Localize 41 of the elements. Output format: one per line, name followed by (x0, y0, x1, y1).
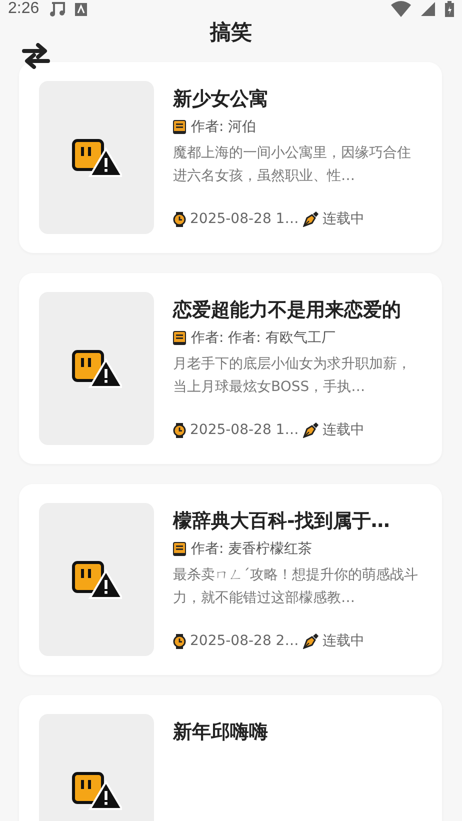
book-card[interactable]: 新年邱嗨嗨 (19, 695, 442, 821)
book-status: 连载中 (322, 632, 365, 650)
book-status: 连载中 (322, 421, 365, 439)
book-description: 魔都上海的一间小公寓里，因缘巧合住进六名女孩，虽然职业、性… (173, 144, 412, 186)
book-card[interactable]: 恋爱超能力不是用来恋爱的 作者: 作者: 有欧气工厂 月老手下的底层小仙女为求升职加薪，当上月球最炫女BOSS，手执… 2025-08-28 1… 连载中 (19, 273, 442, 464)
status-time: 2:26 (8, 0, 40, 18)
book-description: 月老手下的底层小仙女为求升职加薪，当上月球最炫女BOSS，手执… (173, 355, 412, 397)
book-author: 作者: 河伯 (191, 118, 256, 136)
update-time: 2025-08-28 2… (190, 633, 299, 649)
book-author: 作者: 作者: 有欧气工厂 (191, 329, 336, 347)
book-description: 最杀卖ㄇㄥˊ攻略！想提升你的萌感战斗力，就不能错过这部檬感教… (173, 566, 419, 608)
image-error-icon (72, 138, 122, 176)
swap-icon (22, 43, 50, 69)
image-error-icon (72, 350, 122, 388)
pen-icon (302, 422, 319, 438)
page-title: 搞笑 (210, 19, 252, 46)
pen-icon (302, 633, 319, 649)
book-card[interactable]: 檬辞典大百科-找到属于… 作者: 麦香柠檬红茶 最杀卖ㄇㄥˊ攻略！想提升你的萌感战斗力，就不能错过这部檬感教… 2025-08-28 2… 连载中 (19, 484, 442, 675)
image-error-icon (72, 772, 122, 810)
update-time: 2025-08-28 1… (190, 422, 299, 438)
update-time: 2025-08-28 1… (190, 211, 299, 227)
book-card[interactable]: 新少女公寓 作者: 河伯 魔都上海的一间小公寓里，因缘巧合住进六名女孩，虽然职业、性… 2025-08-28 1… 连载中 (19, 62, 442, 253)
book-title: 新少女公寓 (173, 87, 269, 112)
book-title: 檬辞典大百科-找到属于… (173, 509, 391, 534)
book-icon (173, 542, 186, 556)
book-author: 作者: 麦香柠檬红茶 (191, 540, 312, 558)
watch-icon (173, 422, 186, 438)
book-icon (173, 331, 186, 345)
wifi-icon (391, 1, 411, 17)
keyboard-icon (75, 2, 88, 16)
watch-icon (173, 212, 186, 226)
book-title: 恋爱超能力不是用来恋爱的 (173, 298, 402, 323)
image-error-icon (72, 560, 122, 598)
watch-icon (173, 634, 186, 648)
pen-icon (302, 211, 319, 227)
book-icon (173, 120, 186, 134)
book-title: 新年邱嗨嗨 (173, 720, 269, 745)
book-status: 连载中 (322, 210, 365, 228)
music-icon (49, 1, 66, 17)
switch-button[interactable] (20, 40, 52, 72)
signal-icon (421, 2, 435, 16)
